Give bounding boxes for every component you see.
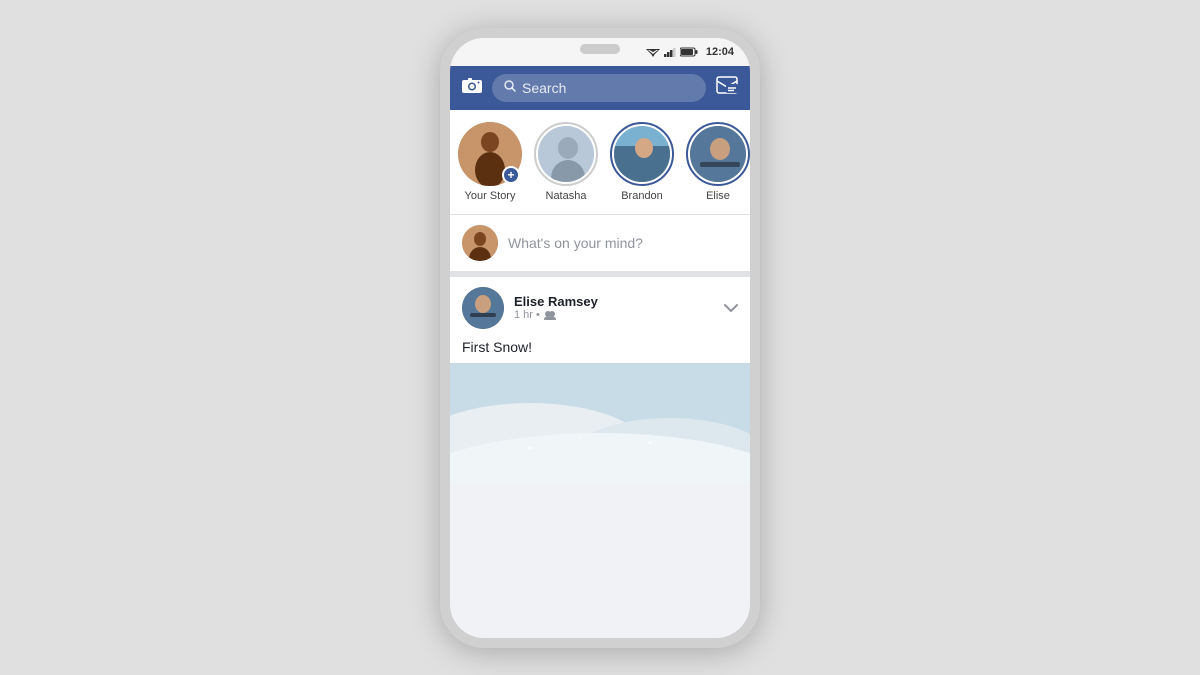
brandon-svg	[614, 126, 670, 182]
natasha-label: Natasha	[546, 190, 587, 202]
post-text: First Snow!	[450, 335, 750, 363]
battery-icon	[680, 47, 698, 57]
brandon-avatar	[614, 126, 670, 182]
search-placeholder: Search	[522, 80, 566, 96]
post-author: Elise Ramsey	[514, 294, 714, 309]
story-item-elise[interactable]: Elise	[686, 122, 750, 202]
post-time-text: 1 hr	[514, 309, 533, 321]
story-item-brandon[interactable]: Brandon	[610, 122, 674, 202]
natasha-avatar	[538, 126, 594, 182]
post-header: Elise Ramsey 1 hr •	[450, 277, 750, 335]
inbox-icon[interactable]	[716, 76, 738, 99]
camera-icon[interactable]	[462, 77, 482, 98]
signal-icon	[664, 47, 676, 57]
chevron-down-icon	[724, 303, 738, 313]
add-story-badge: +	[502, 166, 520, 184]
post-card: Elise Ramsey 1 hr •	[450, 277, 750, 483]
inbox-svg	[716, 76, 738, 94]
screen-content: + Your Story	[450, 110, 750, 638]
natasha-svg	[538, 126, 594, 182]
wifi-icon	[646, 47, 660, 57]
stories-section: + Your Story	[450, 110, 750, 215]
friends-icon	[543, 310, 557, 320]
post-time-dot: •	[536, 309, 540, 321]
story-item-natasha[interactable]: Natasha	[534, 122, 598, 202]
status-bar: 12:04	[450, 38, 750, 66]
search-svg	[504, 80, 516, 92]
elise-svg	[690, 126, 746, 182]
post-time: 1 hr •	[514, 309, 714, 321]
story-item-your-story[interactable]: + Your Story	[458, 122, 522, 202]
post-avatar-svg	[462, 287, 504, 329]
compose-avatar-svg	[462, 225, 498, 261]
compose-placeholder[interactable]: What's on your mind?	[508, 235, 643, 251]
phone-frame: 12:04 Search	[440, 28, 760, 648]
post-meta: Elise Ramsey 1 hr •	[514, 294, 714, 321]
your-story-label: Your Story	[465, 190, 516, 202]
post-avatar	[462, 287, 504, 329]
post-image-svg	[450, 363, 750, 483]
status-icons: 12:04	[646, 46, 734, 58]
camera-svg	[462, 77, 482, 93]
post-expand-button[interactable]	[724, 300, 738, 316]
status-time: 12:04	[706, 46, 734, 58]
search-bar[interactable]: Search	[492, 74, 706, 102]
compose-avatar	[462, 225, 498, 261]
notch	[580, 44, 620, 54]
elise-avatar	[690, 126, 746, 182]
brandon-label: Brandon	[621, 190, 663, 202]
navbar: Search	[450, 66, 750, 110]
search-icon	[504, 79, 516, 97]
elise-label: Elise	[706, 190, 730, 202]
post-image	[450, 363, 750, 483]
compose-area[interactable]: What's on your mind?	[450, 215, 750, 277]
